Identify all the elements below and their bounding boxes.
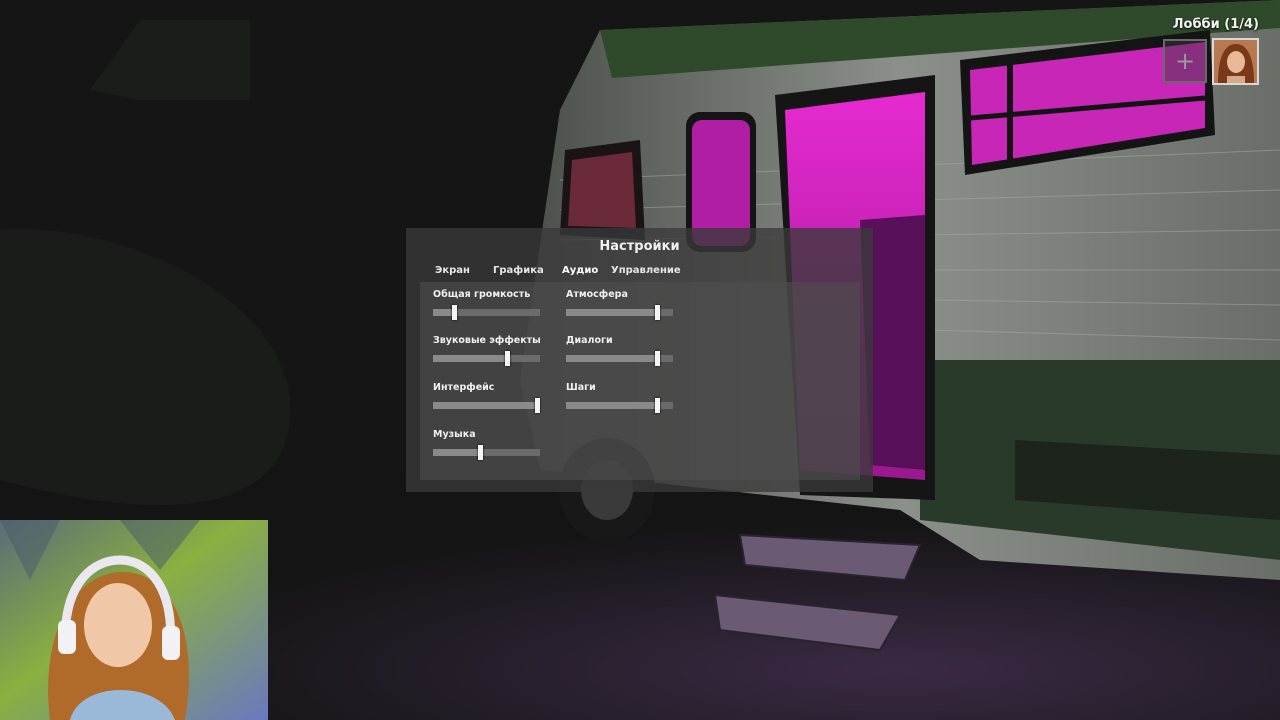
slider-track[interactable] xyxy=(566,398,673,413)
slider-track[interactable] xyxy=(566,351,673,366)
settings-title: Настройки xyxy=(599,239,680,254)
slider-handle[interactable] xyxy=(654,398,660,413)
slider-dialogues: Диалоги xyxy=(566,335,676,369)
slider-label: Музыка xyxy=(433,429,476,440)
slider-interface: Интерфейс xyxy=(433,382,543,416)
slider-ambience: Атмосфера xyxy=(566,289,676,323)
slider-label: Звуковые эффекты xyxy=(433,335,541,346)
webcam-overlay xyxy=(0,520,268,720)
slider-handle[interactable] xyxy=(452,305,458,320)
slider-label: Интерфейс xyxy=(433,382,495,393)
slider-track[interactable] xyxy=(433,351,540,366)
webcam-person-image xyxy=(0,520,268,720)
settings-panel: Настройки Экран Графика Аудио Управление… xyxy=(406,228,873,492)
settings-tabs: Экран Графика Аудио Управление xyxy=(406,265,873,281)
tab-graphics[interactable]: Графика xyxy=(493,265,544,276)
slider-track[interactable] xyxy=(433,305,540,320)
slider-track[interactable] xyxy=(433,445,540,460)
tab-controls[interactable]: Управление xyxy=(611,265,681,276)
slider-handle[interactable] xyxy=(654,305,660,320)
audio-settings-area: Общая громкость Звуковые эффекты Интерфе… xyxy=(420,282,860,480)
slider-footsteps: Шаги xyxy=(566,382,676,416)
tab-audio[interactable]: Аудио xyxy=(562,265,598,276)
slider-label: Диалоги xyxy=(566,335,613,346)
slider-sound-effects: Звуковые эффекты xyxy=(433,335,543,369)
slider-label: Общая громкость xyxy=(433,289,531,300)
slider-handle[interactable] xyxy=(534,398,540,413)
player-avatar[interactable] xyxy=(1212,38,1259,85)
slider-master-volume: Общая громкость xyxy=(433,289,543,323)
slider-label: Шаги xyxy=(566,382,596,393)
slider-label: Атмосфера xyxy=(566,289,628,300)
slider-track[interactable] xyxy=(433,398,540,413)
slider-music: Музыка xyxy=(433,429,543,463)
lobby-counter: Лобби (1/4) xyxy=(1172,17,1259,32)
tab-screen[interactable]: Экран xyxy=(435,265,470,276)
slider-handle[interactable] xyxy=(654,351,660,366)
avatar-portrait-icon xyxy=(1214,40,1257,83)
slider-track[interactable] xyxy=(566,305,673,320)
slider-handle[interactable] xyxy=(478,445,484,460)
slider-handle[interactable] xyxy=(504,351,510,366)
add-player-slot-button[interactable]: + xyxy=(1163,39,1207,83)
